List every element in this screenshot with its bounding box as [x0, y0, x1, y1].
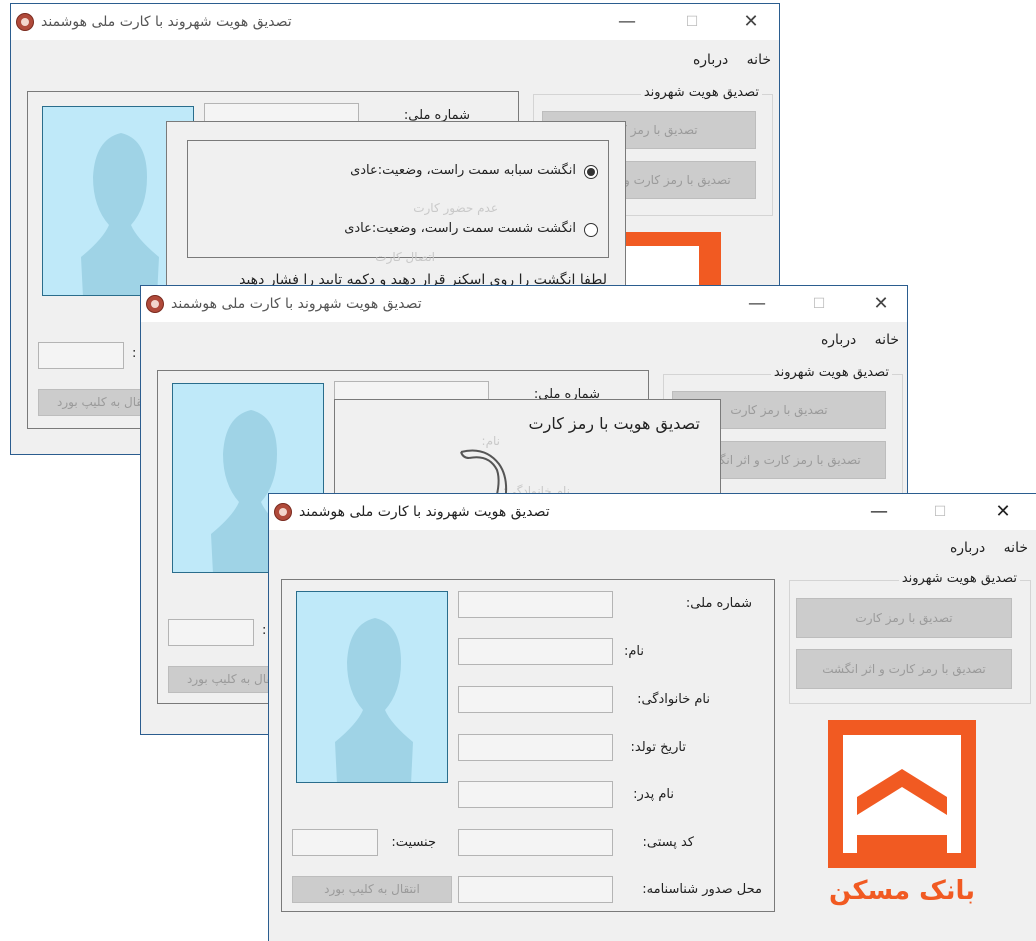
logo-square	[828, 720, 976, 868]
title-bar[interactable]: تصدیق هویت شهروند با کارت ملی هوشمند — ☐…	[141, 286, 907, 322]
gender-colon: :	[262, 623, 267, 638]
last-name-field[interactable]	[458, 686, 613, 713]
gender-label: جنسیت:	[391, 835, 436, 850]
finger-option-1-radio[interactable]	[584, 165, 598, 179]
fingerprint-dialog: انگشت سبابه سمت راست، وضعیت:عادی عدم حضو…	[166, 121, 626, 301]
window-front: تصدیق هویت شهروند با کارت ملی هوشمند — ☐…	[268, 493, 1036, 941]
menu-bar: خانه درباره	[807, 332, 899, 348]
finger-options-box: انگشت سبابه سمت راست، وضعیت:عادی عدم حضو…	[187, 140, 609, 258]
menu-about[interactable]: درباره	[821, 332, 856, 348]
verify-group-title: تصدیق هویت شهروند	[898, 571, 1020, 586]
maximize-button[interactable]: ☐	[924, 498, 956, 526]
gender-colon: :	[132, 346, 137, 361]
window-title: تصدیق هویت شهروند با کارت ملی هوشمند	[41, 14, 292, 30]
window-title: تصدیق هویت شهروند با کارت ملی هوشمند	[299, 504, 550, 520]
verify-pin-finger-button[interactable]: تصدیق با رمز کارت و اثر انگشت	[796, 649, 1012, 689]
first-name-field[interactable]	[458, 638, 613, 665]
title-bar[interactable]: تصدیق هویت شهروند با کارت ملی هوشمند — ☐…	[269, 494, 1036, 530]
app-logo-icon	[274, 503, 292, 521]
national-id-field[interactable]	[458, 591, 613, 618]
father-name-field[interactable]	[458, 781, 613, 808]
logo-text: بانک مسکن	[828, 876, 976, 906]
house-roof-icon	[857, 769, 947, 853]
verify-pin-button[interactable]: تصدیق با رمز کارت	[796, 598, 1012, 638]
minimize-button[interactable]: —	[741, 290, 773, 318]
postal-code-label: کد پستی:	[642, 835, 695, 850]
pin-dialog-title: تصدیق هویت با رمز کارت	[528, 414, 700, 433]
issue-place-field[interactable]	[458, 876, 613, 903]
finger-option-2-label[interactable]: انگشت شست سمت راست، وضعیت:عادی	[344, 221, 576, 236]
national-id-label: شماره ملی:	[685, 596, 752, 611]
ghost-text-2: اتصال کارت	[375, 250, 435, 264]
identity-panel: شماره ملی: نام: نام خانوادگی: تاریخ تولد…	[281, 579, 775, 912]
bank-maskan-logo: بانک مسکن	[828, 720, 976, 916]
verify-group: تصدیق هویت شهروند تصدیق با رمز کارت تصدی…	[789, 571, 1031, 704]
gender-field[interactable]	[292, 829, 378, 856]
window-title: تصدیق هویت شهروند با کارت ملی هوشمند	[171, 296, 422, 312]
issue-place-label: محل صدور شناسنامه:	[642, 882, 762, 897]
menu-about[interactable]: درباره	[950, 540, 985, 556]
gender-field[interactable]	[168, 619, 254, 646]
birth-date-field[interactable]	[458, 734, 613, 761]
menu-bar: خانه درباره	[936, 540, 1028, 556]
person-silhouette-icon	[335, 618, 413, 782]
close-button[interactable]: ✕	[865, 290, 897, 318]
menu-bar: خانه درباره	[679, 52, 771, 68]
citizen-photo	[296, 591, 448, 783]
menu-about[interactable]: درباره	[693, 52, 728, 68]
minimize-button[interactable]: —	[863, 498, 895, 526]
minimize-button[interactable]: —	[611, 8, 643, 36]
maximize-button[interactable]: ☐	[803, 290, 835, 318]
ghost-text-1: عدم حضور کارت	[413, 201, 498, 215]
menu-home[interactable]: خانه	[1004, 540, 1028, 556]
clipboard-button[interactable]: انتقال به کلیپ بورد	[292, 876, 452, 903]
app-logo-icon	[146, 295, 164, 313]
last-name-label: نام خانوادگی:	[637, 692, 710, 707]
finger-option-2-radio[interactable]	[584, 223, 598, 237]
close-button[interactable]: ✕	[987, 498, 1019, 526]
birth-date-label: تاریخ تولد:	[630, 740, 687, 755]
verify-group-title: تصدیق هویت شهروند	[640, 85, 762, 100]
father-name-label: نام پدر:	[633, 787, 674, 802]
menu-home[interactable]: خانه	[747, 52, 771, 68]
verify-group-title: تصدیق هویت شهروند	[770, 365, 892, 380]
close-button[interactable]: ✕	[735, 8, 767, 36]
title-bar[interactable]: تصدیق هویت شهروند با کارت ملی هوشمند — ☐…	[11, 4, 779, 40]
first-name-label: نام:	[623, 644, 644, 659]
app-logo-icon	[16, 13, 34, 31]
maximize-button[interactable]: ☐	[676, 8, 708, 36]
menu-home[interactable]: خانه	[875, 332, 899, 348]
finger-option-1-label[interactable]: انگشت سبابه سمت راست، وضعیت:عادی	[350, 163, 576, 178]
postal-code-field[interactable]	[458, 829, 613, 856]
gender-field[interactable]	[38, 342, 124, 369]
